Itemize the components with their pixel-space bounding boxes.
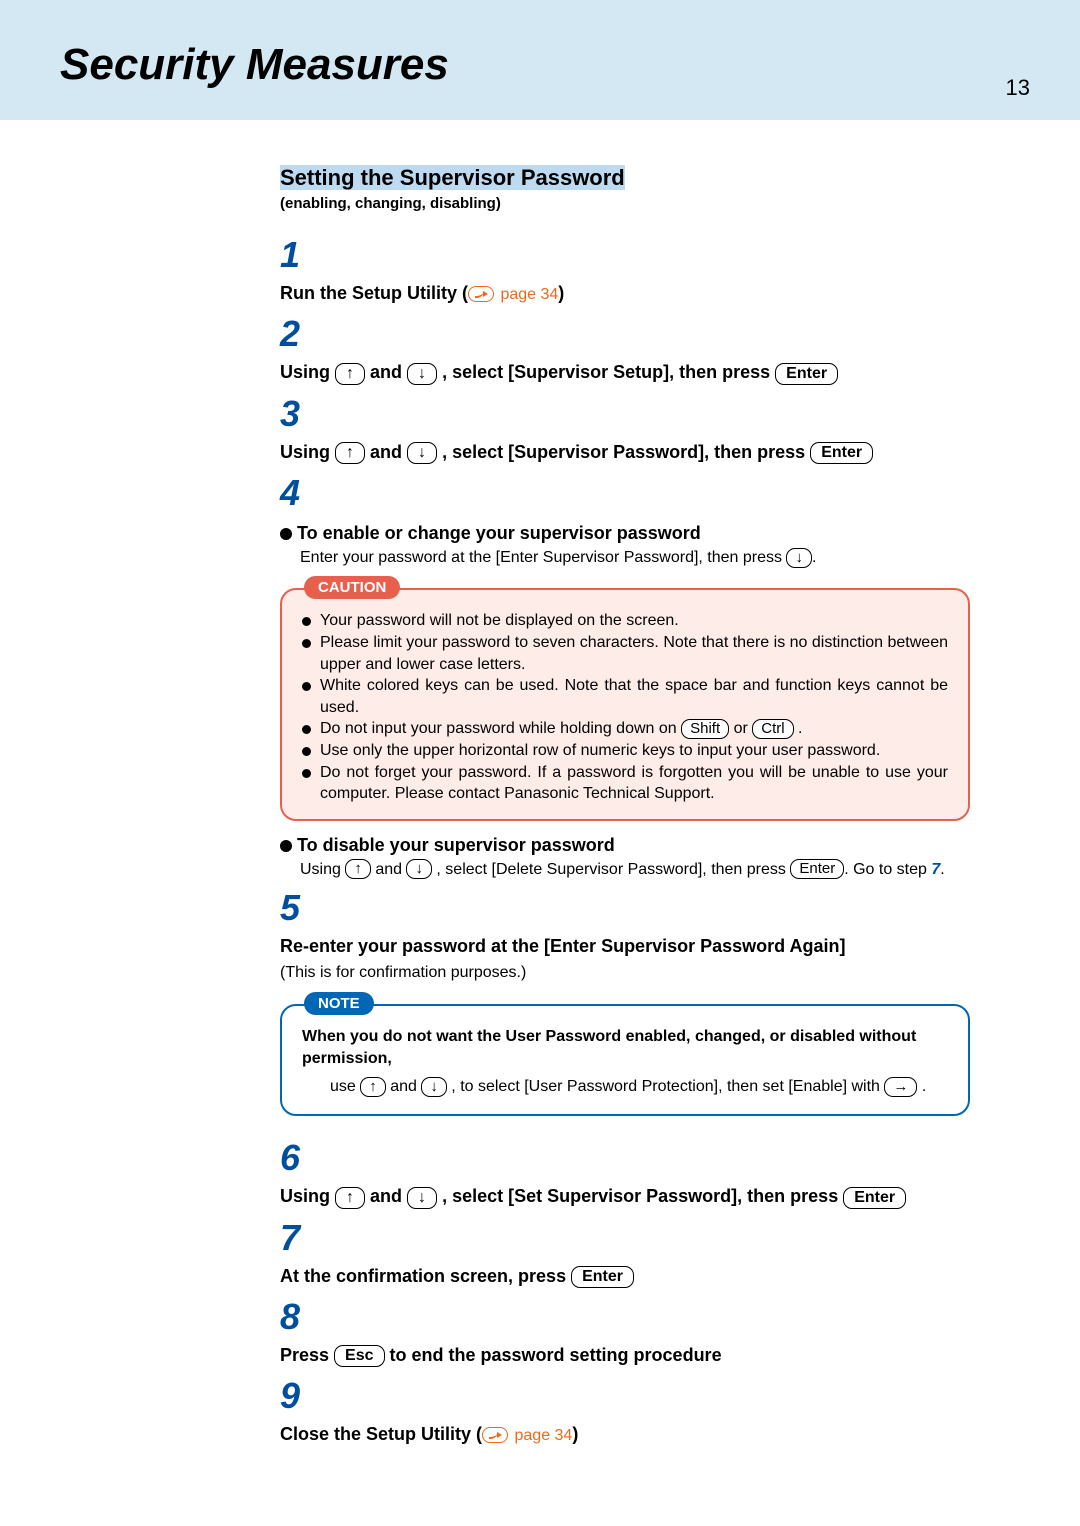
- page-ref[interactable]: page 34: [510, 1427, 572, 1444]
- note-box: NOTE When you do not want the User Passw…: [280, 1004, 970, 1116]
- caution-box: CAUTION Your password will not be displa…: [280, 588, 970, 820]
- step-number: 7: [280, 1220, 316, 1256]
- bullet-icon: [302, 617, 311, 626]
- step-reference: 7: [931, 861, 940, 878]
- up-arrow-key-icon: [360, 1077, 386, 1097]
- bullet-icon: [280, 528, 292, 540]
- enter-key-icon: Enter: [843, 1187, 906, 1209]
- down-arrow-key-icon: [421, 1077, 447, 1097]
- shift-key-icon: Shift: [681, 719, 729, 739]
- step-9: 9 Close the Setup Utility ( page 34): [280, 1378, 1010, 1447]
- caution-item: White colored keys can be used. Note tha…: [302, 675, 948, 718]
- note-body-text: use and , to select [User Password Prote…: [330, 1073, 948, 1100]
- bullet-icon: [302, 639, 311, 648]
- step-2: 2 Using and , select [Supervisor Setup],…: [280, 316, 1010, 385]
- up-arrow-key-icon: [345, 859, 371, 879]
- header-band: Security Measures 13: [0, 0, 1080, 120]
- step-number: 8: [280, 1299, 316, 1335]
- enable-body: Enter your password at the [Enter Superv…: [300, 547, 970, 569]
- step-body-text: (This is for confirmation purposes.): [280, 962, 970, 984]
- page-number: 13: [1006, 75, 1030, 101]
- step-6: 6 Using and , select [Set Supervisor Pas…: [280, 1140, 1010, 1209]
- bullet-icon: [302, 769, 311, 778]
- bullet-icon: [302, 725, 311, 734]
- step-number: 1: [280, 237, 316, 273]
- content-area: Setting the Supervisor Password (enablin…: [0, 120, 1080, 1497]
- step-heading: Re-enter your password at the [Enter Sup…: [280, 934, 970, 959]
- step-heading: Close the Setup Utility ( page 34): [280, 1424, 578, 1444]
- down-arrow-key-icon: [407, 1187, 437, 1209]
- note-label: NOTE: [304, 992, 374, 1015]
- disable-body: Using and , select [Delete Supervisor Pa…: [300, 859, 970, 881]
- bullet-icon: [302, 747, 311, 756]
- step-heading: Using and , select [Supervisor Password]…: [280, 442, 873, 462]
- down-arrow-key-icon: [407, 363, 437, 385]
- step-heading: Using and , select [Set Supervisor Passw…: [280, 1186, 906, 1206]
- step-number: 4: [280, 475, 316, 511]
- step-heading: At the confirmation screen, press Enter: [280, 1266, 634, 1286]
- step-number: 2: [280, 316, 316, 352]
- esc-key-icon: Esc: [334, 1345, 384, 1367]
- up-arrow-key-icon: [335, 363, 365, 385]
- caution-item: Use only the upper horizontal row of num…: [302, 740, 948, 762]
- step-heading: Using and , select [Supervisor Setup], t…: [280, 362, 838, 382]
- bullet-icon: [302, 682, 311, 691]
- page-title: Security Measures: [60, 40, 1020, 90]
- page-ref-icon: [482, 1427, 508, 1443]
- caution-item: Your password will not be displayed on t…: [302, 610, 948, 632]
- down-arrow-key-icon: [786, 548, 812, 568]
- step-5: 5 Re-enter your password at the [Enter S…: [280, 890, 1010, 1130]
- step-8: 8 Press Esc to end the password setting …: [280, 1299, 1010, 1368]
- step-1: 1 Run the Setup Utility ( page 34): [280, 237, 1010, 306]
- enter-key-icon: Enter: [775, 363, 838, 385]
- step-4: 4 To enable or change your supervisor pa…: [280, 475, 1010, 881]
- section-title: Setting the Supervisor Password: [280, 165, 625, 190]
- step-number: 3: [280, 396, 316, 432]
- step-number: 5: [280, 890, 316, 926]
- right-arrow-key-icon: [884, 1077, 917, 1097]
- disable-subheading: To disable your supervisor password: [280, 835, 970, 856]
- caution-item: Please limit your password to seven char…: [302, 632, 948, 675]
- page-ref-icon: [468, 286, 494, 302]
- caution-item: Do not forget your password. If a passwo…: [302, 762, 948, 805]
- step-heading: Run the Setup Utility ( page 34): [280, 283, 564, 303]
- step-7: 7 At the confirmation screen, press Ente…: [280, 1220, 1010, 1289]
- enter-key-icon: Enter: [810, 442, 873, 464]
- note-bold-text: When you do not want the User Password e…: [302, 1026, 948, 1069]
- step-3: 3 Using and , select [Supervisor Passwor…: [280, 396, 1010, 465]
- up-arrow-key-icon: [335, 442, 365, 464]
- ctrl-key-icon: Ctrl: [752, 719, 793, 739]
- down-arrow-key-icon: [407, 442, 437, 464]
- enter-key-icon: Enter: [571, 1266, 634, 1288]
- step-heading: Press Esc to end the password setting pr…: [280, 1345, 722, 1365]
- step-number: 6: [280, 1140, 316, 1176]
- up-arrow-key-icon: [335, 1187, 365, 1209]
- bullet-icon: [280, 840, 292, 852]
- caution-list: Your password will not be displayed on t…: [302, 610, 948, 804]
- section-subtitle: (enabling, changing, disabling): [280, 195, 1010, 212]
- caution-item: Do not input your password while holding…: [302, 718, 948, 740]
- enter-key-icon: Enter: [790, 859, 844, 879]
- caution-label: CAUTION: [304, 576, 400, 599]
- step-number: 9: [280, 1378, 316, 1414]
- section-heading-wrap: Setting the Supervisor Password: [280, 165, 1010, 191]
- down-arrow-key-icon: [406, 859, 432, 879]
- page-ref[interactable]: page 34: [496, 286, 558, 303]
- enable-subheading: To enable or change your supervisor pass…: [280, 523, 970, 544]
